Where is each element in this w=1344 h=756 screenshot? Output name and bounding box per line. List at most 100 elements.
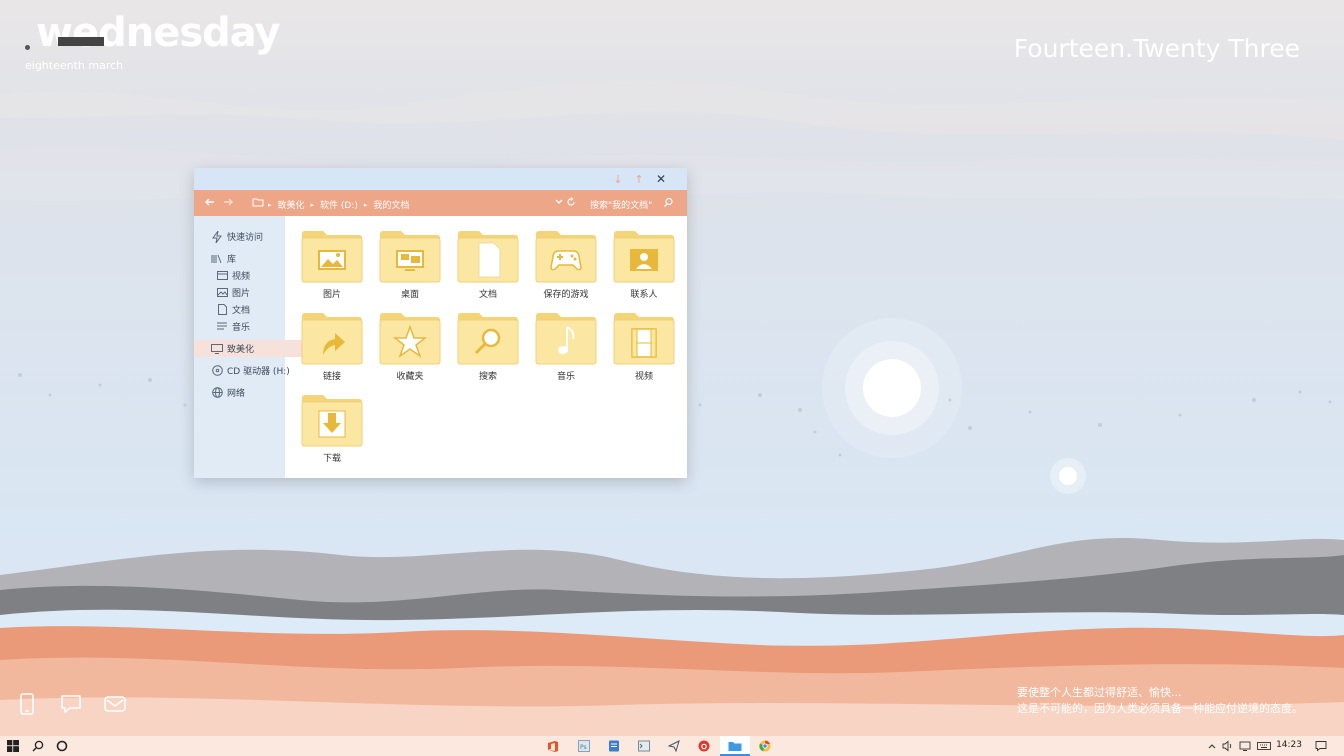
video-icon bbox=[216, 270, 228, 282]
folder-label: 下载 bbox=[322, 454, 341, 464]
close-icon[interactable]: ✕ bbox=[653, 171, 669, 187]
chrome-icon[interactable] bbox=[757, 738, 773, 754]
photoshop-icon[interactable]: Ps bbox=[576, 738, 592, 754]
sidebar-item-label: 快速访问 bbox=[227, 233, 264, 243]
network-status-icon[interactable] bbox=[1237, 738, 1253, 754]
sidebar-item-label: 文档 bbox=[232, 306, 251, 316]
desktop-icon bbox=[378, 229, 442, 283]
folder-item[interactable]: 文档 bbox=[456, 229, 520, 305]
folder-item[interactable]: 联系人 bbox=[612, 229, 676, 305]
breadcrumb: ▸ 致美化 ▸ 软件 (D:) ▸ 我的文档 bbox=[268, 198, 409, 212]
redaction-bar bbox=[58, 37, 104, 46]
crumb-item[interactable]: 我的文档 bbox=[373, 198, 409, 211]
folder-label: 搜索 bbox=[478, 372, 497, 382]
sidebar-item-label: CD 驱动器 (H:) bbox=[227, 367, 290, 377]
search-input[interactable]: 搜索"我的文档" bbox=[590, 198, 652, 211]
action-center-icon[interactable] bbox=[1313, 738, 1329, 754]
chat-icon[interactable] bbox=[59, 692, 83, 716]
back-arrow-icon[interactable] bbox=[204, 196, 216, 208]
folder-label: 桌面 bbox=[400, 290, 419, 300]
terminal-icon[interactable] bbox=[636, 738, 652, 754]
star-icon bbox=[378, 311, 442, 365]
folder-item[interactable]: 图片 bbox=[300, 229, 364, 305]
sidebar-item-label: 音乐 bbox=[232, 323, 251, 333]
document-icon bbox=[216, 304, 228, 316]
notes-app-icon[interactable] bbox=[606, 738, 622, 754]
system-clock[interactable]: 14:23 bbox=[1276, 740, 1302, 750]
search-icon bbox=[456, 311, 520, 365]
lightning-icon bbox=[211, 230, 223, 243]
quote-line-1: 要使整个人生都过得舒适、愉快... bbox=[1017, 686, 1182, 699]
svg-text:Ps: Ps bbox=[580, 744, 587, 751]
folder-label: 图片 bbox=[322, 290, 341, 300]
windows-start-icon[interactable] bbox=[5, 738, 21, 754]
volume-icon[interactable] bbox=[1220, 738, 1236, 754]
address-bar: ▸ 致美化 ▸ 软件 (D:) ▸ 我的文档 搜索"我的文档" bbox=[194, 190, 687, 216]
folder-item[interactable]: 视频 bbox=[612, 311, 676, 387]
disc-icon bbox=[211, 365, 223, 377]
library-icon bbox=[211, 253, 223, 265]
picture-icon bbox=[300, 229, 364, 283]
monitor-icon bbox=[211, 343, 223, 355]
desktop-widgets bbox=[15, 692, 127, 716]
title-bar[interactable]: ↓ ↑ ✕ bbox=[194, 168, 687, 190]
contact-icon bbox=[612, 229, 676, 283]
film-icon bbox=[612, 311, 676, 365]
folder-label: 音乐 bbox=[556, 372, 575, 382]
quote: 要使整个人生都过得舒适、愉快... 这是不可能的，因为人类必须具备一种能应付逆境… bbox=[1017, 685, 1303, 717]
office-icon[interactable] bbox=[545, 738, 561, 754]
music-note-icon bbox=[534, 311, 598, 365]
folder-outline-icon bbox=[252, 197, 264, 207]
time-in-words: Fourteen.Twenty Three bbox=[1013, 34, 1300, 63]
quote-line-2: 这是不可能的，因为人类必须具备一种能应付逆境的态度。 bbox=[1017, 702, 1303, 715]
netease-music-icon[interactable] bbox=[696, 738, 712, 754]
folder-label: 联系人 bbox=[630, 290, 658, 300]
folder-item[interactable]: 收藏夹 bbox=[378, 311, 442, 387]
mail-icon[interactable] bbox=[103, 692, 127, 716]
folder-grid: 图片 桌面 文档 保存的游戏 联系人链接 收藏夹 搜索 音乐 视频下载 bbox=[285, 216, 687, 478]
folder-label: 链接 bbox=[322, 372, 341, 382]
send-arrow-icon[interactable] bbox=[666, 738, 682, 754]
document-icon bbox=[456, 229, 520, 283]
gamepad-icon bbox=[534, 229, 598, 283]
folder-label: 视频 bbox=[634, 372, 653, 382]
keyboard-icon[interactable] bbox=[1256, 738, 1272, 754]
sidebar-item-label: 网络 bbox=[227, 389, 246, 399]
file-explorer-icon[interactable] bbox=[727, 738, 743, 754]
crumb-item[interactable]: 致美化 bbox=[278, 198, 305, 211]
music-list-icon bbox=[216, 321, 228, 333]
picture-icon bbox=[216, 287, 228, 299]
link-arrow-icon bbox=[300, 311, 364, 365]
crumb-separator: ▸ bbox=[363, 200, 368, 209]
date-dot bbox=[25, 45, 30, 50]
file-explorer-window: ↓ ↑ ✕ ▸ 致美化 ▸ 软件 (D:) ▸ 我的文档 搜索"我的文档" 快速… bbox=[194, 168, 687, 478]
folder-item[interactable]: 链接 bbox=[300, 311, 364, 387]
folder-label: 收藏夹 bbox=[396, 372, 424, 382]
sidebar-item-label: 库 bbox=[227, 255, 237, 265]
chevron-down-icon[interactable] bbox=[554, 197, 564, 207]
cortana-circle-icon[interactable] bbox=[54, 738, 70, 754]
folder-item[interactable]: 桌面 bbox=[378, 229, 442, 305]
sidebar-item-label: 致美化 bbox=[227, 345, 255, 355]
taskbar: Ps 14:23 bbox=[0, 736, 1344, 756]
download-arrow-icon bbox=[300, 393, 364, 447]
folder-item[interactable]: 下载 bbox=[300, 393, 364, 469]
chevron-up-icon[interactable] bbox=[1204, 738, 1220, 754]
folder-label: 保存的游戏 bbox=[543, 290, 589, 300]
folder-item[interactable]: 音乐 bbox=[534, 311, 598, 387]
day-of-week: wednesday bbox=[36, 10, 281, 56]
phone-icon[interactable] bbox=[15, 692, 39, 716]
minimize-arrow-icon[interactable]: ↓ bbox=[610, 171, 626, 187]
search-icon[interactable] bbox=[663, 197, 674, 208]
date-text: eighteenth march bbox=[25, 59, 124, 72]
forward-arrow-icon[interactable] bbox=[222, 196, 234, 208]
crumb-item[interactable]: 软件 (D:) bbox=[320, 198, 358, 211]
sidebar-item-label: 视频 bbox=[232, 272, 251, 282]
folder-item[interactable]: 搜索 bbox=[456, 311, 520, 387]
folder-item[interactable]: 保存的游戏 bbox=[534, 229, 598, 305]
maximize-arrow-icon[interactable]: ↑ bbox=[631, 171, 647, 187]
search-icon[interactable] bbox=[30, 738, 46, 754]
crumb-separator: ▸ bbox=[268, 200, 272, 209]
refresh-icon[interactable] bbox=[566, 197, 576, 207]
globe-icon bbox=[211, 387, 223, 399]
